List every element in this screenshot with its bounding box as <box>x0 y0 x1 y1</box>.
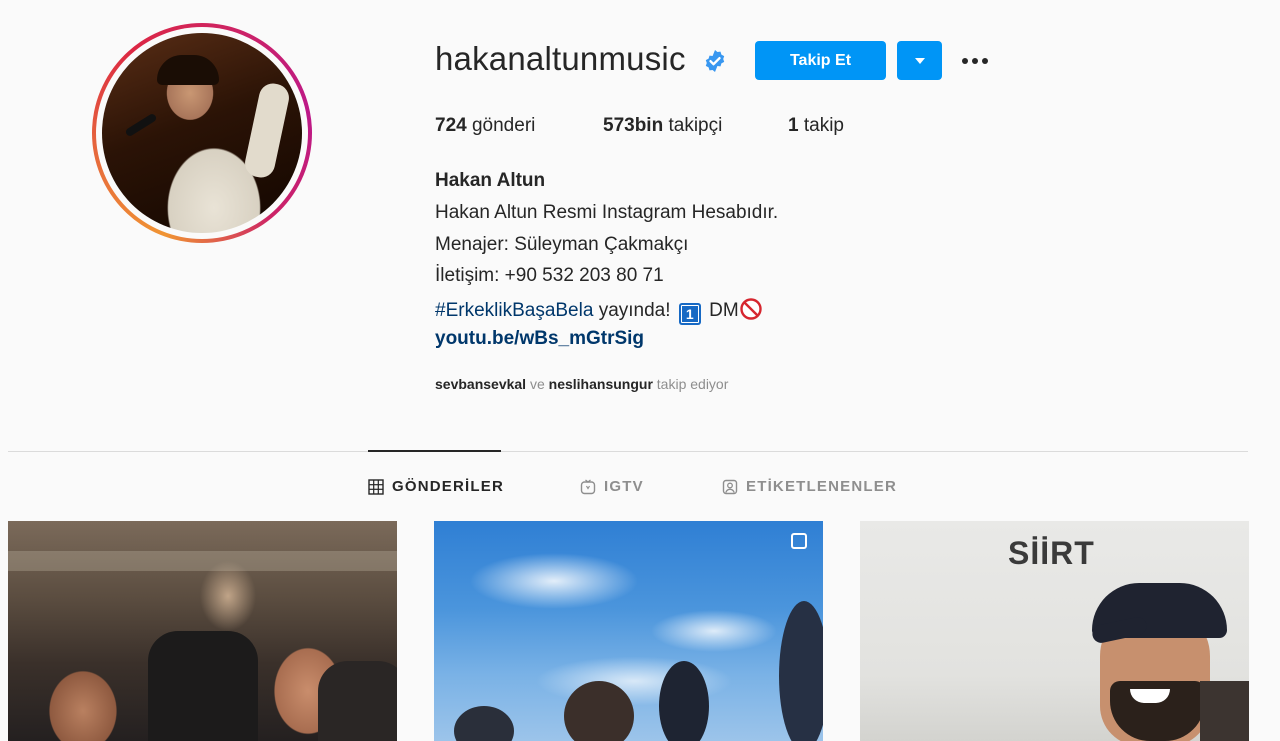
following-label: takip <box>803 115 844 136</box>
profile-full-name: Hakan Altun <box>435 170 546 191</box>
verified-badge-icon <box>705 50 725 72</box>
post-2-person-head <box>454 706 514 741</box>
avatar-photo <box>102 33 302 233</box>
grid-icon <box>368 478 384 495</box>
tab-igtv[interactable]: IGTV <box>580 478 644 495</box>
post-1-person-shirt <box>318 661 397 741</box>
following-count: 1 <box>788 115 799 136</box>
tab-posts[interactable]: GÖNDERİLER <box>368 478 504 495</box>
more-dot <box>982 58 988 64</box>
posts-count-stat: 724 gönderi <box>435 115 535 137</box>
bio-line-4: #ErkeklikBaşaBela yayında! 1 DM <box>435 297 763 325</box>
bio-line-1: Hakan Altun Resmi Instagram Hesabıdır. <box>435 202 779 223</box>
post-2-person-head <box>659 661 709 741</box>
bio-line-2: Menajer: Süleyman Çakmakçı <box>435 234 689 255</box>
profile-username: hakanaltunmusic <box>435 40 686 77</box>
follow-button[interactable]: Takip Et <box>755 41 886 80</box>
followed-by-suffix: takip ediyor <box>652 376 729 392</box>
tab-tagged-label: ETİKETLENENLER <box>746 478 897 495</box>
bio-external-link[interactable]: youtu.be/wBs_mGtrSig <box>435 328 644 350</box>
more-dot <box>972 58 978 64</box>
more-dot <box>962 58 968 64</box>
bio-line-4-text: yayında! <box>593 300 671 321</box>
multi-photo-icon <box>791 533 807 549</box>
avatar-arm <box>242 80 292 181</box>
tab-posts-label: GÖNDERİLER <box>392 478 505 495</box>
post-3-sign-text: SİİRT <box>1008 535 1095 571</box>
followers-count-link[interactable]: 573bin takipçi <box>603 115 722 137</box>
avatar-microphone <box>124 112 158 138</box>
post-thumbnail-1[interactable] <box>8 521 397 741</box>
chevron-down-icon <box>914 57 925 64</box>
post-2-person-head <box>779 601 823 741</box>
bio-line-3: İletişim: +90 532 203 80 71 <box>435 265 664 286</box>
igtv-icon <box>580 478 596 494</box>
avatar-hair <box>157 55 219 85</box>
bio-hashtag-link[interactable]: #ErkeklikBaşaBela <box>435 300 593 321</box>
followed-by-user-1[interactable]: sevbansevkal <box>435 376 526 392</box>
followed-by-conj: ve <box>526 376 549 392</box>
suggested-accounts-dropdown-button[interactable] <box>897 41 942 80</box>
no-entry-emoji-icon <box>739 298 762 320</box>
more-options-button[interactable] <box>957 47 993 75</box>
bio-dm-text: DM <box>709 300 739 321</box>
followers-count: 573bin <box>603 115 664 136</box>
active-tab-indicator <box>368 450 501 452</box>
post-1-background-shelf <box>8 551 397 571</box>
followed-by-text: sevbansevkal ve neslihansungur takip edi… <box>435 376 728 392</box>
tab-igtv-label: IGTV <box>604 478 644 495</box>
followers-label: takipçi <box>668 115 723 136</box>
tab-tagged[interactable]: ETİKETLENENLER <box>722 478 897 495</box>
post-thumbnail-2[interactable] <box>434 521 823 741</box>
profile-avatar[interactable] <box>92 23 312 243</box>
post-thumbnail-3[interactable]: SİİRT <box>860 521 1249 741</box>
post-1-person-shirt <box>148 631 258 741</box>
tabs-divider <box>8 451 1248 452</box>
post-2-person-head <box>564 681 634 741</box>
post-3-person-jacket <box>1200 681 1249 741</box>
posts-label: gönderi <box>471 115 536 136</box>
following-count-link[interactable]: 1 takip <box>788 115 844 137</box>
posts-count: 724 <box>435 115 467 136</box>
tagged-icon <box>722 479 738 494</box>
followed-by-user-2[interactable]: neslihansungur <box>549 376 653 392</box>
keycap-one-emoji: 1 <box>678 303 701 325</box>
